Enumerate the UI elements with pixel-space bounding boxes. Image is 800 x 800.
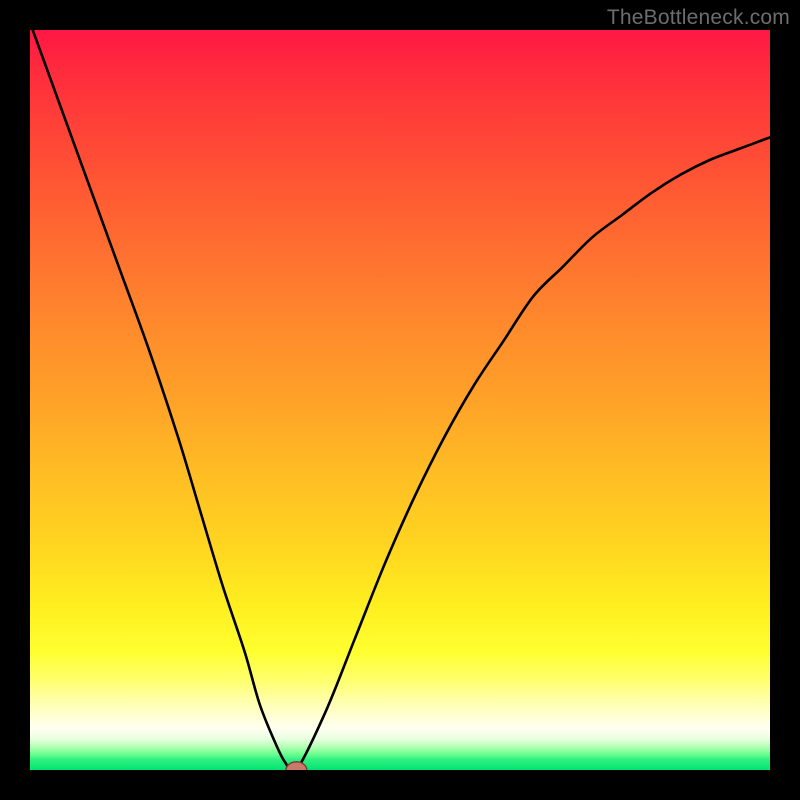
watermark-text: TheBottleneck.com bbox=[607, 6, 790, 30]
chart-frame: TheBottleneck.com bbox=[0, 0, 800, 800]
bottleneck-curve bbox=[30, 30, 770, 770]
curve-layer bbox=[30, 30, 770, 770]
plot-area bbox=[30, 30, 770, 770]
optimal-point-marker bbox=[286, 762, 307, 770]
